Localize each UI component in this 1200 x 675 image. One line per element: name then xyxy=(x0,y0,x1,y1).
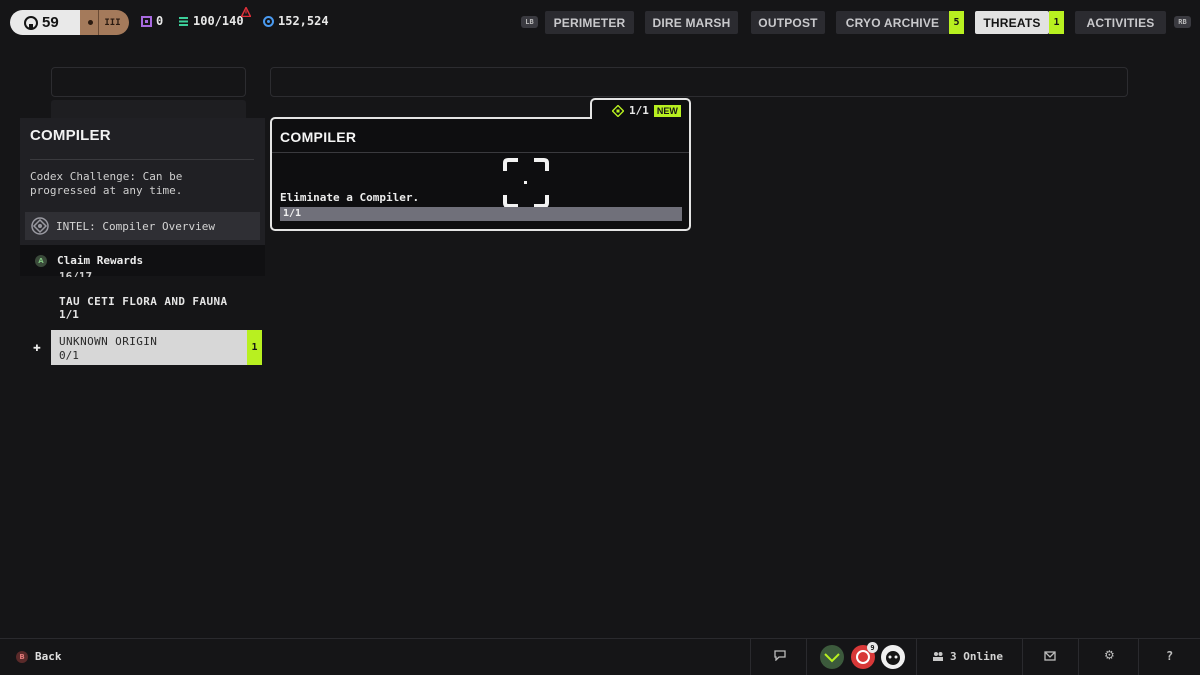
claim-rewards-button[interactable]: A Claim Rewards xyxy=(20,245,265,276)
list-item[interactable]: TAU CETI FLORA AND FAUNA 1/1 xyxy=(59,295,228,321)
popup-title: COMPILER xyxy=(30,127,111,144)
back-button[interactable]: B Back xyxy=(16,650,62,663)
background-frame-main xyxy=(270,67,1128,97)
cryo-archive-badge: 5 xyxy=(949,11,964,34)
avatar-emblem-icon xyxy=(886,651,900,665)
tab-perimeter[interactable]: PERIMETER xyxy=(545,11,634,34)
player-rank[interactable]: III xyxy=(80,10,129,35)
currency-stat: 152,524 xyxy=(263,14,329,28)
lb-button[interactable]: LB xyxy=(521,16,538,28)
new-badge: NEW xyxy=(653,104,681,117)
bottom-separator xyxy=(750,639,751,675)
compiler-icon xyxy=(503,158,549,208)
b-button-icon: B xyxy=(16,650,28,663)
popup-divider xyxy=(30,159,254,160)
currency-value: 152,524 xyxy=(278,14,329,28)
dpad-icon: ✚ xyxy=(33,340,41,355)
a-button-icon: A xyxy=(35,254,47,267)
threats-badge: 1 xyxy=(1049,11,1064,34)
rank-dot-icon xyxy=(88,20,94,25)
notification-badge: 9 xyxy=(867,642,878,653)
mail-icon[interactable] xyxy=(1044,650,1056,664)
tab-dire-marsh[interactable]: DIRE MARSH xyxy=(645,11,738,34)
bottom-divider xyxy=(0,638,1200,639)
tokens-stat: 0 xyxy=(141,14,163,28)
avatar-emblem-icon xyxy=(824,653,840,663)
diamond-icon xyxy=(612,104,624,117)
card-progress-text: 1/1 xyxy=(283,208,302,219)
tokens-value: 0 xyxy=(156,14,164,28)
bottom-separator xyxy=(1022,639,1023,675)
card-title: COMPILER xyxy=(280,129,357,145)
list-item-badge: 1 xyxy=(247,330,262,365)
party-avatar-1[interactable] xyxy=(820,645,844,669)
popup-description: Codex Challenge: Can be progressed at an… xyxy=(30,170,183,197)
rank-divider xyxy=(98,10,100,35)
help-icon[interactable]: ? xyxy=(1166,649,1173,663)
list-item-selected[interactable]: UNKNOWN ORIGIN 0/1 xyxy=(51,330,247,365)
level-value: 59 xyxy=(42,14,59,31)
list-item-progress: 0/1 xyxy=(59,349,79,362)
card-objective: Eliminate a Compiler. xyxy=(280,191,420,204)
list-item-title: TAU CETI FLORA AND FAUNA xyxy=(59,295,228,308)
list-item-title: UNKNOWN ORIGIN xyxy=(59,335,158,348)
online-friends[interactable]: 3 Online xyxy=(932,650,1003,663)
currency-icon xyxy=(263,15,274,27)
online-label: 3 Online xyxy=(950,650,1003,663)
rb-button[interactable]: RB xyxy=(1174,16,1191,28)
chat-icon[interactable] xyxy=(774,650,786,664)
player-level[interactable]: 59 xyxy=(10,10,80,35)
intel-link[interactable]: INTEL: Compiler Overview xyxy=(25,212,260,240)
bottom-separator xyxy=(806,639,807,675)
background-panel xyxy=(51,100,246,118)
tab-activities[interactable]: ACTIVITIES xyxy=(1075,11,1166,34)
settings-icon[interactable]: ⚙ xyxy=(1104,648,1115,662)
capacity-value: 100/140 xyxy=(193,14,244,28)
claim-label: Claim Rewards xyxy=(57,254,144,267)
capacity-stat: 100/140 xyxy=(178,14,244,28)
friends-icon xyxy=(933,652,943,661)
token-icon xyxy=(141,15,152,27)
list-item-peek: 16/17 xyxy=(59,270,93,277)
intel-icon xyxy=(31,217,49,235)
warning-icon xyxy=(241,7,251,17)
card-progress-fill xyxy=(280,207,682,221)
intel-label: INTEL: Compiler Overview xyxy=(56,219,215,233)
party-avatar-3[interactable] xyxy=(881,645,905,669)
bottom-separator xyxy=(1138,639,1139,675)
helmet-icon xyxy=(24,15,38,30)
tab-outpost[interactable]: OUTPOST xyxy=(751,11,825,34)
storage-icon xyxy=(179,16,188,26)
card-count-value: 1/1 xyxy=(629,104,649,117)
back-label: Back xyxy=(35,650,62,663)
card-progress-bar: 1/1 xyxy=(280,207,682,221)
card-count: 1/1 NEW xyxy=(612,104,681,117)
card-tab-joint xyxy=(592,117,689,123)
background-frame-left xyxy=(51,67,246,97)
list-item-progress: 1/1 xyxy=(59,308,79,321)
tab-cryo-archive[interactable]: CRYO ARCHIVE xyxy=(836,11,949,34)
card-divider xyxy=(272,152,689,153)
bottom-separator xyxy=(1078,639,1079,675)
rank-value: III xyxy=(104,17,121,28)
tab-threats[interactable]: THREATS xyxy=(975,11,1049,34)
bottom-separator xyxy=(916,639,917,675)
